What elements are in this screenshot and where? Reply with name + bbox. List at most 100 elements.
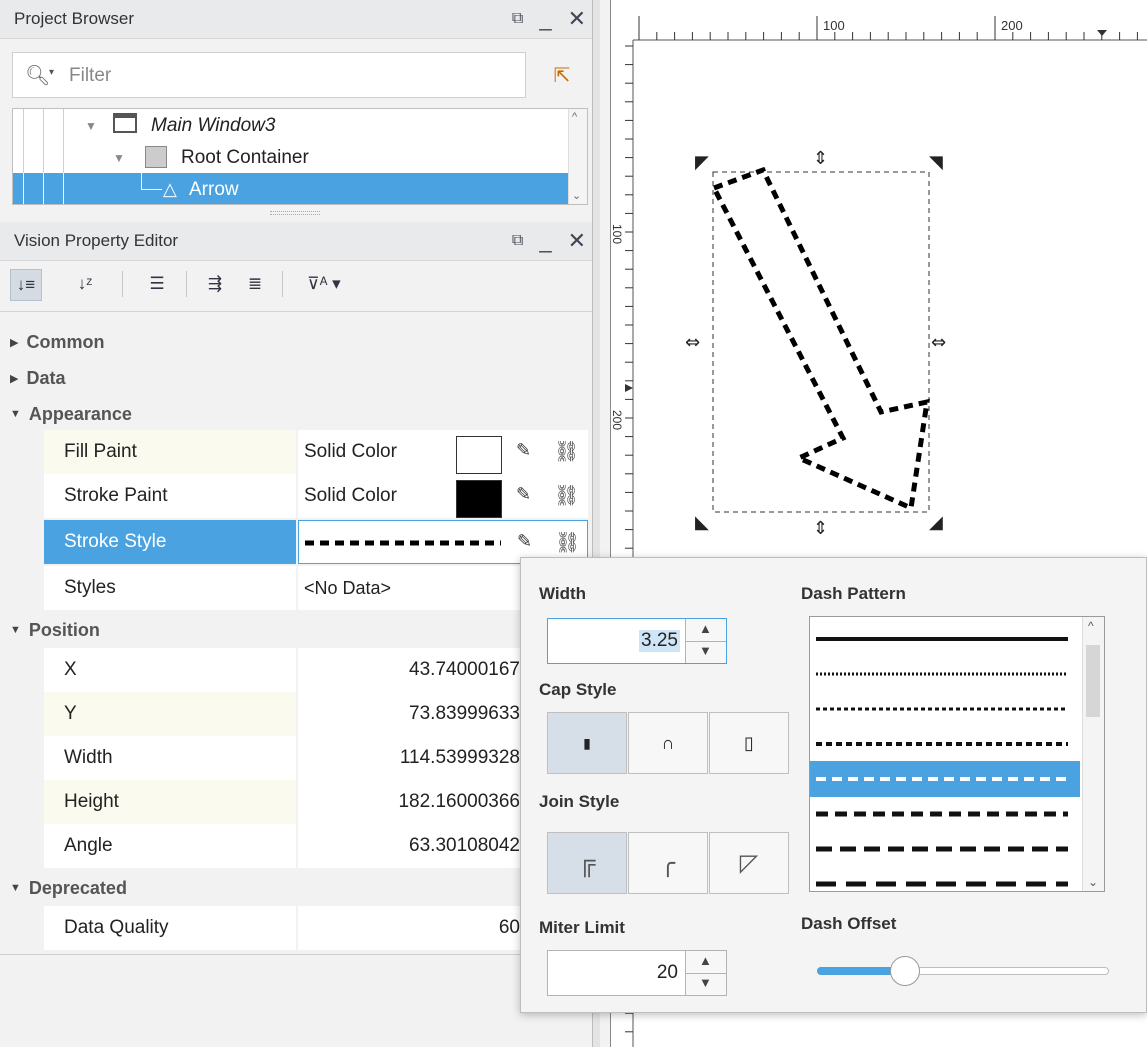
ruler-label-left-100: 100 [611, 224, 624, 244]
dash-pattern-option[interactable] [810, 691, 1080, 727]
collapse-all-button[interactable]: ≣ [240, 269, 270, 299]
ruler-label-top-100: 100 [823, 18, 845, 33]
filter-input[interactable]: Filter [69, 65, 111, 87]
width-stepper[interactable]: ▲ ▼ [685, 619, 726, 663]
property-value[interactable]: 63.30108042 [298, 824, 520, 868]
arrow-shape[interactable] [710, 166, 931, 512]
cap-square-button[interactable]: ▯ [709, 712, 789, 774]
dash-pattern-option[interactable] [810, 761, 1080, 797]
miter-limit-input[interactable]: 20 [657, 962, 678, 984]
categorized-sort-button[interactable]: ↓≡ [10, 269, 42, 301]
property-value[interactable]: 60 [298, 906, 520, 950]
panel-controls: ⧉ _ ✕ [512, 0, 586, 38]
filter-dropdown-button[interactable]: ⊽ᴬ ▾ [294, 269, 354, 299]
join-style-label: Join Style [539, 792, 620, 811]
property-name: Fill Paint [44, 430, 296, 474]
float-panel-icon[interactable]: ⧉ [512, 11, 523, 27]
dash-pattern-option[interactable] [810, 656, 1080, 692]
tree-scrollbar[interactable]: ^ ⌄ [568, 109, 587, 204]
edit-pencil-icon[interactable]: ✎ [517, 531, 532, 552]
miter-limit-spinner[interactable]: 20 ▲ ▼ [547, 950, 727, 996]
cap-butt-button[interactable]: ▮ [547, 712, 627, 774]
chevron-down-icon[interactable]: ▼ [699, 975, 712, 990]
float-panel-icon[interactable]: ⧉ [512, 233, 523, 249]
resize-handle-w[interactable]: ⇔ [685, 332, 700, 353]
join-round-button[interactable]: ╭ [628, 832, 708, 894]
filter-field[interactable]: 🔍︎ ▾ Filter [12, 52, 526, 98]
minimize-panel-icon[interactable]: _ [539, 8, 551, 30]
scrollbar-thumb[interactable] [1086, 645, 1100, 717]
property-toolbar: ↓≡ ↓ᶻ ☰ ⇶ ≣ ⊽ᴬ ▾ [0, 261, 600, 309]
edit-pencil-icon[interactable]: ✎ [516, 484, 531, 505]
resize-handle-se[interactable]: ◢ [929, 512, 943, 533]
property-value[interactable]: Solid Color ✎ ⛓ [298, 474, 588, 518]
fill-color-swatch[interactable] [456, 436, 502, 474]
resize-handle-e[interactable]: ⇔ [931, 332, 946, 353]
expand-all-button[interactable]: ⇶ [200, 269, 230, 299]
dash-pattern-option[interactable] [810, 796, 1080, 832]
close-panel-icon[interactable]: ✕ [568, 230, 586, 252]
stroke-color-swatch[interactable] [456, 480, 502, 518]
left-dock: Project Browser ⧉ _ ✕ 🔍︎ ▾ Filter ⇱ ▼ Ma… [0, 0, 600, 1047]
property-value[interactable]: Solid Color ✎ ⛓ [298, 430, 588, 474]
join-bevel-button[interactable]: ◸ [709, 832, 789, 894]
resize-handle-nw[interactable]: ◤ [695, 152, 709, 173]
slider-thumb[interactable] [889, 956, 920, 986]
category-appearance[interactable]: ▼ Appearance [10, 396, 132, 432]
project-browser-title: Project Browser [14, 9, 134, 28]
dash-offset-label: Dash Offset [801, 914, 897, 933]
binding-link-icon[interactable]: ⛓ [554, 439, 579, 464]
miter-limit-stepper[interactable]: ▲ ▼ [685, 951, 726, 995]
tree-item-main-window[interactable]: ▼ Main Window3 [13, 109, 569, 142]
dash-pattern-option[interactable] [810, 831, 1080, 867]
locate-component-button[interactable]: ⇱ [540, 52, 584, 98]
resize-handle-ne[interactable]: ◥ [929, 152, 943, 173]
resize-handle-sw[interactable]: ◣ [695, 512, 709, 533]
property-value[interactable]: 182.16000366 [298, 780, 520, 824]
join-miter-button[interactable]: ╔ [547, 832, 627, 894]
chevron-down-icon[interactable]: ▼ [699, 643, 712, 658]
tree-item-root-container[interactable]: ▼ Root Container [13, 141, 569, 174]
join-miter-icon: ╔ [578, 849, 596, 876]
tree-item-arrow[interactable]: △ Arrow [13, 173, 569, 204]
dash-pattern-option[interactable] [810, 726, 1080, 762]
dash-pattern-list[interactable]: ^ ⌄ [809, 616, 1105, 892]
property-value[interactable]: 73.83999633 [298, 692, 520, 736]
resize-handle-n[interactable]: ⇕ [813, 148, 828, 169]
alphabetical-sort-button[interactable]: ↓ᶻ [70, 269, 100, 299]
edit-pencil-icon[interactable]: ✎ [516, 440, 531, 461]
dash-pattern-option[interactable] [810, 621, 1080, 657]
minimize-panel-icon[interactable]: _ [539, 230, 551, 252]
miter-limit-label: Miter Limit [539, 918, 625, 937]
cap-round-button[interactable]: ∩ [628, 712, 708, 774]
category-deprecated[interactable]: ▼ Deprecated [10, 870, 127, 906]
splitter-handle[interactable] [270, 211, 320, 215]
ruler-label-left-200: 200 [611, 410, 624, 430]
category-common[interactable]: ▶ Common [10, 324, 104, 360]
resize-handle-s[interactable]: ⇕ [813, 518, 828, 539]
cap-style-group: ▮ ∩ ▯ [547, 712, 791, 774]
property-editor-panel: Vision Property Editor ⧉ _ ✕ [0, 222, 600, 261]
close-panel-icon[interactable]: ✕ [568, 8, 586, 30]
width-spinner[interactable]: 3.25 ▲ ▼ [547, 618, 727, 664]
property-name: Height [44, 780, 296, 824]
details-button[interactable]: ☰ [142, 269, 172, 299]
chevron-up-icon[interactable]: ▲ [699, 621, 712, 636]
dash-offset-slider[interactable] [817, 956, 1109, 986]
dash-list-scrollbar[interactable]: ^ ⌄ [1082, 617, 1104, 891]
property-name: Stroke Style [44, 520, 296, 564]
cap-round-icon: ∩ [661, 732, 675, 753]
chevron-up-icon[interactable]: ▲ [699, 953, 712, 968]
dash-pattern-option[interactable] [810, 866, 1080, 891]
dash-pattern-label: Dash Pattern [801, 584, 906, 603]
property-value[interactable]: 43.74000167 [298, 648, 520, 692]
category-position[interactable]: ▼ Position [10, 612, 100, 648]
width-input[interactable]: 3.25 [639, 630, 680, 652]
expanded-arrow-icon: ▼ [85, 118, 97, 133]
binding-link-icon[interactable]: ⛓ [555, 530, 580, 555]
property-name: X [44, 648, 296, 692]
property-value[interactable]: 114.53999328 [298, 736, 520, 780]
container-icon [145, 146, 167, 168]
binding-link-icon[interactable]: ⛓ [554, 483, 579, 508]
category-data[interactable]: ▶ Data [10, 360, 65, 396]
